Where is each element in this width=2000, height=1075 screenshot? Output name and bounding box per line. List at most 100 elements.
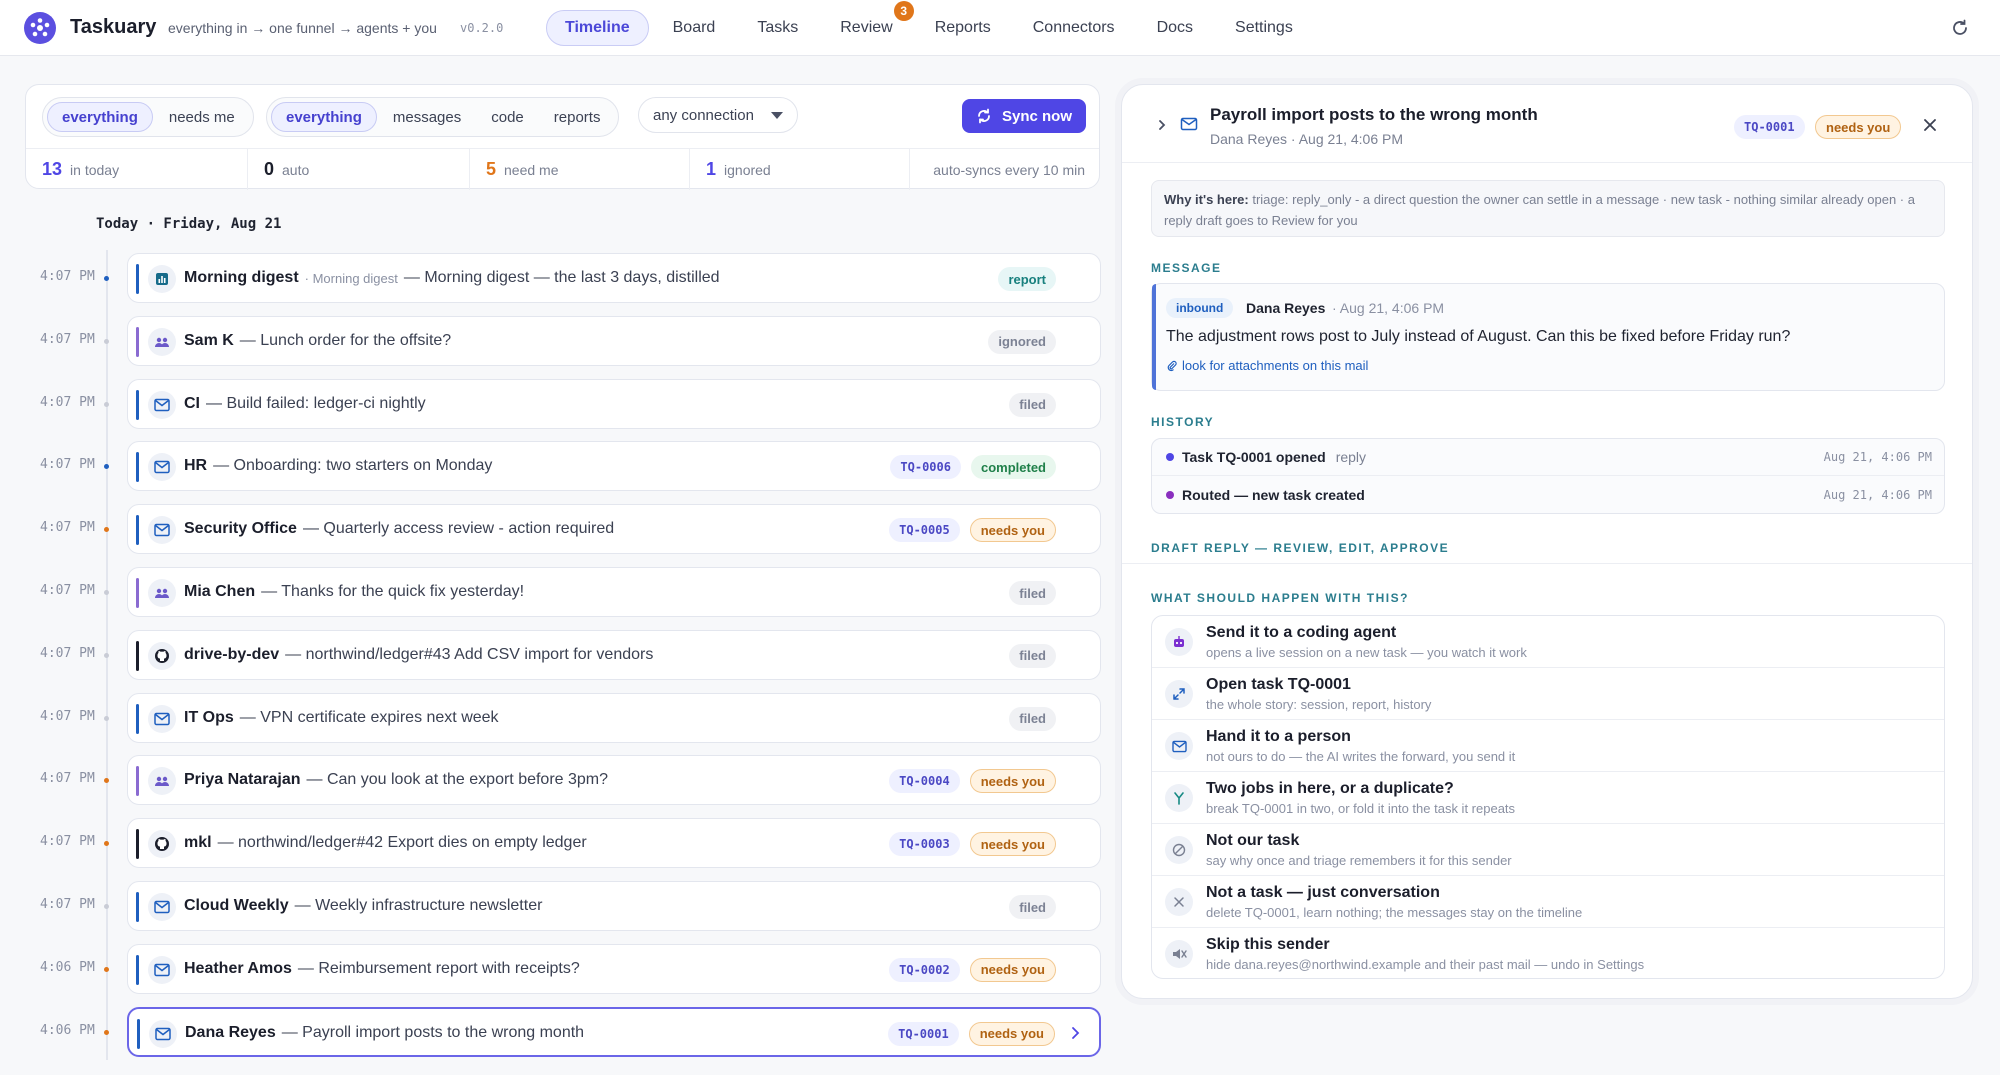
top-nav: Taskuary everything in → one funnel → ag… bbox=[0, 0, 2000, 56]
timeline-row[interactable]: Security Office — Quarterly access review… bbox=[127, 504, 1101, 555]
timeline-row[interactable]: Morning digest · Morning digest — Morning … bbox=[127, 253, 1101, 303]
row-time: 4:07 PM bbox=[40, 520, 95, 536]
timeline-row[interactable]: HR — Onboarding: two starters on Monday TQ… bbox=[127, 441, 1101, 492]
tab-docs[interactable]: Docs bbox=[1139, 10, 1211, 46]
action-title: Hand it to a person bbox=[1206, 728, 1351, 745]
row-status-badge: needs you bbox=[969, 769, 1056, 794]
stat-auto: 0 auto bbox=[248, 149, 470, 190]
attachments-link[interactable]: look for attachments on this mail bbox=[1166, 358, 1368, 373]
row-time: 4:07 PM bbox=[40, 708, 95, 724]
version-label: v0.2.0 bbox=[460, 21, 504, 35]
row-dot bbox=[104, 715, 109, 721]
timeline-row[interactable]: IT Ops — VPN certificate expires next wee… bbox=[127, 692, 1101, 743]
chevron-right-icon[interactable] bbox=[1156, 119, 1168, 131]
not-a-task-action[interactable]: Not a task — just conversation delete TQ-… bbox=[1152, 876, 1944, 928]
timeline-row[interactable]: Mia Chen — Thanks for the quick fix yeste… bbox=[127, 567, 1101, 617]
taskuary-logo[interactable] bbox=[24, 12, 56, 44]
row-time: 4:07 PM bbox=[40, 897, 95, 912]
row-task-id[interactable]: TQ-0003 bbox=[889, 832, 960, 857]
refresh-icon[interactable] bbox=[1950, 18, 1970, 38]
row-dot bbox=[104, 338, 109, 344]
tab-reports[interactable]: Reports bbox=[917, 10, 1009, 46]
skip-sender-action[interactable]: Skip this sender hide dana.reyes@northwin… bbox=[1152, 928, 1944, 980]
action-description: break TQ-0001 in two, or fold it into th… bbox=[1206, 801, 1516, 816]
draft-section-title[interactable]: DRAFT REPLY — REVIEW, EDIT, APPROVE bbox=[1151, 541, 1449, 555]
row-time: 4:07 PM bbox=[40, 269, 95, 284]
row-status-badge: ignored bbox=[988, 329, 1056, 354]
row-subject: — Quarterly access review - action requi… bbox=[302, 520, 615, 538]
row-subject: — Onboarding: two starters on Monday bbox=[213, 457, 493, 475]
timeline-row[interactable]: Heather Amos — Reimbursement report with … bbox=[127, 943, 1101, 994]
row-status-badge: filed bbox=[1009, 895, 1056, 919]
scope-everything[interactable]: everything bbox=[47, 102, 153, 132]
row-task-id[interactable]: TQ-0001 bbox=[888, 1021, 959, 1046]
row-sender: drive-by-dev bbox=[184, 645, 280, 663]
stats-bar: 13 in today 0 auto 5 need me 1 ignored auto-… bbox=[26, 148, 1099, 190]
row-time: 4:07 PM bbox=[40, 834, 95, 850]
tab-board[interactable]: Board bbox=[655, 10, 734, 46]
detail-task-id[interactable]: TQ-0001 bbox=[1734, 115, 1805, 139]
timeline-row[interactable]: Priya Natarajan — Can you look at the exp… bbox=[127, 755, 1101, 806]
timeline-row[interactable]: Cloud Weekly — Weekly infrastructure news… bbox=[127, 881, 1101, 931]
row-sender: Priya Natarajan bbox=[184, 771, 301, 789]
row-dot bbox=[104, 590, 109, 595]
row-subject: — Payroll import posts to the wrong mont… bbox=[281, 1023, 585, 1041]
close-icon bbox=[1165, 888, 1193, 916]
row-source-bar bbox=[136, 829, 139, 860]
close-icon[interactable] bbox=[1922, 117, 1938, 133]
row-source-bar bbox=[136, 640, 139, 671]
timeline-row[interactable]: Sam K — Lunch order for the offsite? ignor… bbox=[127, 315, 1101, 366]
tab-tasks[interactable]: Tasks bbox=[739, 10, 816, 46]
kind-everything[interactable]: everything bbox=[271, 102, 377, 132]
action-description: delete TQ-0001, learn nothing; the messa… bbox=[1206, 905, 1583, 920]
row-task-id[interactable]: TQ-0002 bbox=[889, 957, 960, 982]
scope-needs-me[interactable]: needs me bbox=[155, 102, 249, 132]
chevron-right-icon[interactable] bbox=[1065, 1023, 1085, 1043]
row-subject: — northwind/ledger#42 Export dies on emp… bbox=[217, 834, 587, 852]
action-title: Send it to a coding agent bbox=[1206, 624, 1397, 641]
split-icon bbox=[1165, 784, 1193, 812]
row-source-bar bbox=[136, 766, 139, 797]
not-our-task-action[interactable]: Not our task say why once and triage reme… bbox=[1152, 824, 1944, 876]
row-time: 4:07 PM bbox=[40, 331, 95, 347]
kind-reports[interactable]: reports bbox=[540, 102, 615, 132]
timeline-row[interactable]: mkl — northwind/ledger#42 Export dies on … bbox=[127, 818, 1101, 869]
row-via: · Morning digest bbox=[304, 270, 398, 286]
kind-messages[interactable]: messages bbox=[379, 102, 475, 132]
paperclip-icon bbox=[1167, 360, 1177, 371]
timeline-row[interactable]: drive-by-dev — northwind/ledger#43 Add CS… bbox=[127, 629, 1101, 680]
tab-settings[interactable]: Settings bbox=[1217, 10, 1311, 46]
hand-to-person-action[interactable]: Hand it to a person not ours to do — the … bbox=[1152, 720, 1944, 772]
brand-name[interactable]: Taskuary bbox=[70, 16, 156, 39]
row-source-bar bbox=[137, 1018, 140, 1049]
review-count-badge: 3 bbox=[893, 1, 914, 21]
message-edge bbox=[1152, 284, 1156, 390]
row-status-badge: report bbox=[998, 267, 1056, 291]
row-time: 4:06 PM bbox=[40, 1022, 95, 1038]
people-icon bbox=[148, 579, 176, 607]
timeline-row[interactable]: Dana Reyes — Payroll import posts to the … bbox=[127, 1006, 1101, 1057]
row-sender: HR bbox=[184, 457, 208, 475]
github-icon bbox=[148, 830, 176, 859]
actions-list: Send it to a coding agent opens a live se… bbox=[1151, 615, 1945, 979]
message-section-title: MESSAGE bbox=[1151, 261, 1222, 275]
row-subject: — Weekly infrastructure newsletter bbox=[294, 897, 543, 914]
open-task-action[interactable]: Open task TQ-0001 the whole story: sessio… bbox=[1152, 668, 1944, 720]
split-or-duplicate-action[interactable]: Two jobs in here, or a duplicate? break T… bbox=[1152, 772, 1944, 824]
mute-icon bbox=[1165, 940, 1193, 968]
tab-timeline[interactable]: Timeline bbox=[546, 10, 649, 46]
sync-now-button[interactable]: Sync now bbox=[962, 99, 1086, 133]
row-task-id[interactable]: TQ-0006 bbox=[890, 455, 961, 480]
stat-in-today: 13 in today bbox=[26, 149, 248, 190]
tab-connectors[interactable]: Connectors bbox=[1015, 10, 1133, 46]
send-to-agent-action[interactable]: Send it to a coding agent opens a live se… bbox=[1152, 616, 1944, 668]
connection-select[interactable]: any connection bbox=[638, 97, 798, 133]
kind-code[interactable]: code bbox=[477, 102, 538, 132]
action-description: not ours to do — the AI writes the forwa… bbox=[1206, 749, 1516, 764]
timeline-row[interactable]: CI — Build failed: ledger-ci nightly filed bbox=[127, 378, 1101, 429]
row-status-badge: filed bbox=[1009, 581, 1056, 605]
row-task-id[interactable]: TQ-0005 bbox=[889, 518, 960, 543]
row-task-id[interactable]: TQ-0004 bbox=[889, 769, 960, 794]
row-sender: Mia Chen bbox=[184, 583, 256, 600]
tab-review[interactable]: Review 3 bbox=[822, 1, 914, 46]
